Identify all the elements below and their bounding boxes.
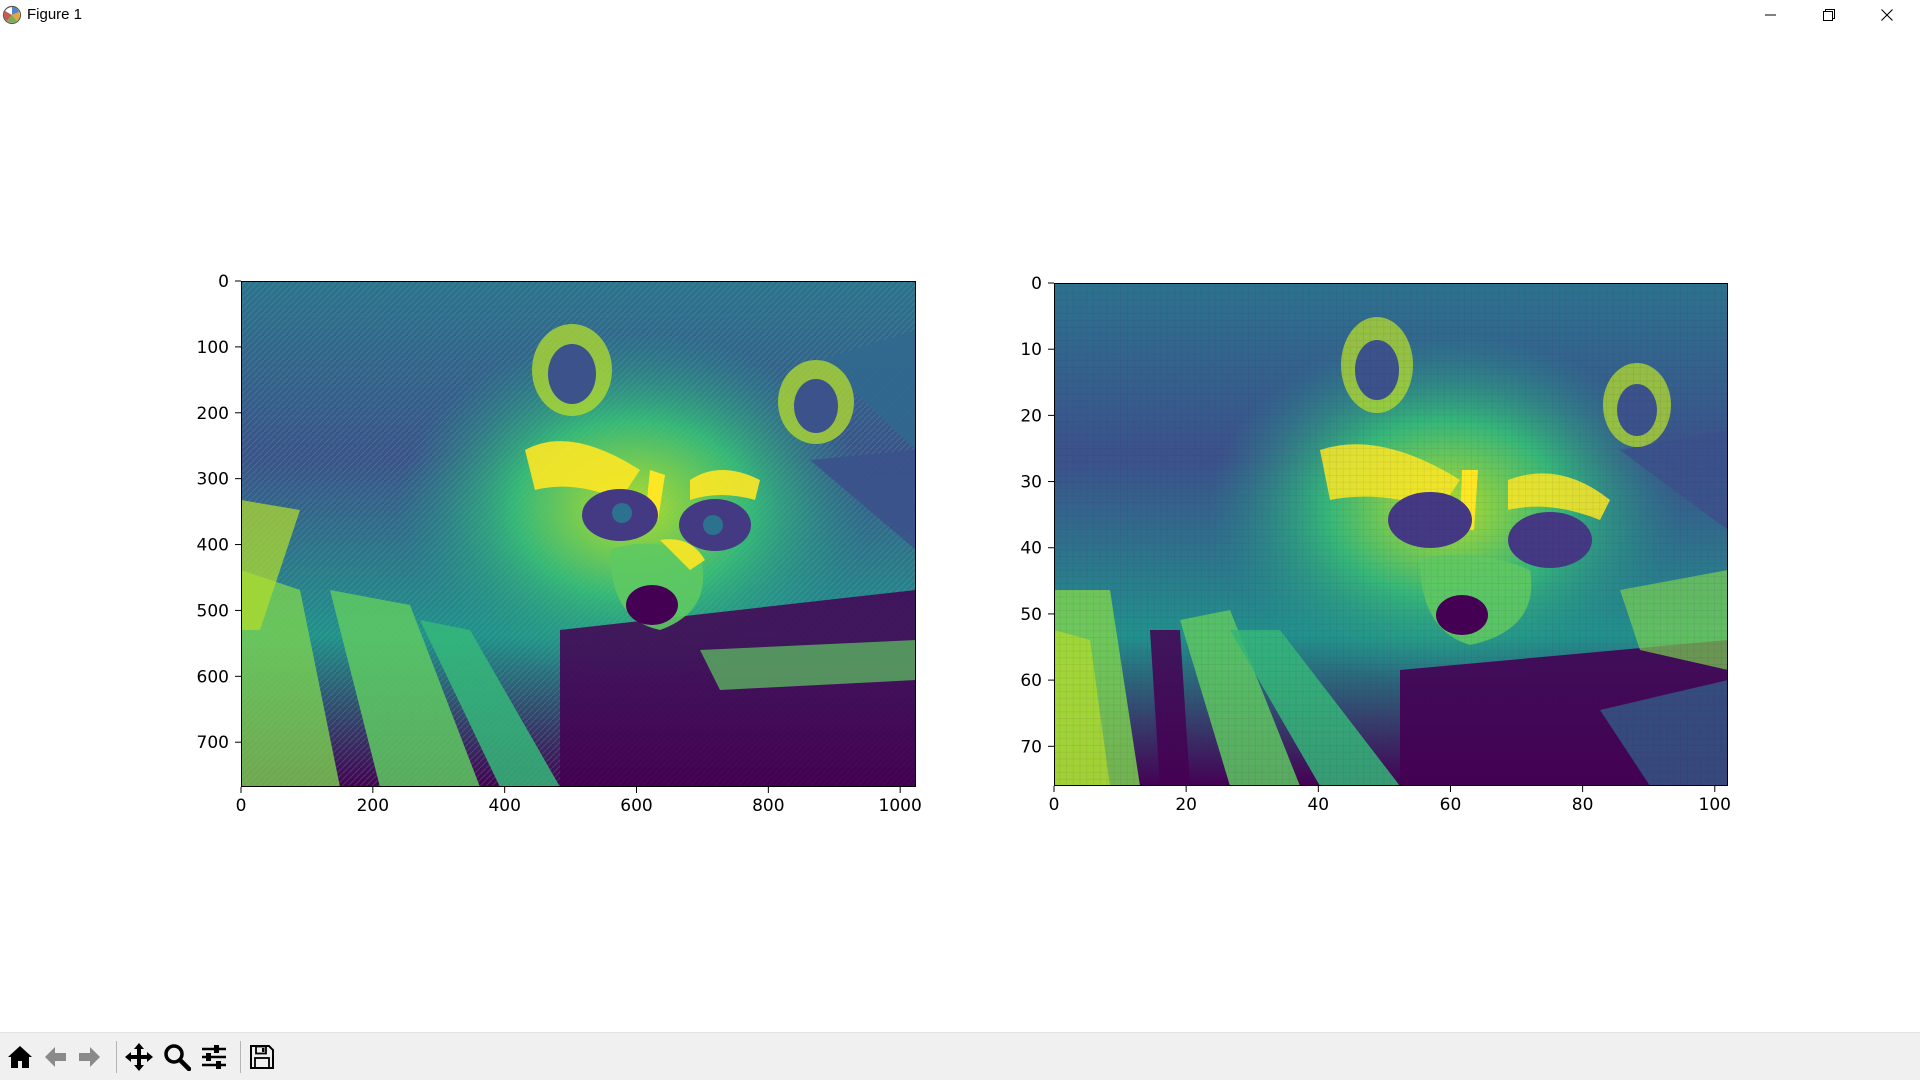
zoom-icon (163, 1043, 191, 1071)
minimize-button[interactable] (1742, 0, 1800, 30)
minimize-icon (1765, 9, 1777, 21)
back-button[interactable] (38, 1040, 72, 1074)
x-tick-label: 0 (1049, 795, 1060, 815)
x-tick-label: 600 (620, 796, 652, 816)
home-icon (6, 1043, 34, 1071)
x-tick-label: 1000 (879, 796, 922, 816)
save-button[interactable] (245, 1040, 279, 1074)
y-tick-label: 600 (197, 667, 229, 687)
figure-canvas[interactable]: 0 200 400 600 800 1000 0 100 200 300 400 500 600 700 (0, 30, 1920, 1032)
y-tick-label: 200 (197, 404, 229, 424)
navigation-toolbar (0, 1032, 1920, 1080)
home-button[interactable] (3, 1040, 37, 1074)
toolbar-separator (240, 1041, 241, 1073)
restore-button[interactable] (1800, 0, 1858, 30)
x-tick-label: 60 (1440, 795, 1462, 815)
matplotlib-icon (2, 5, 22, 25)
y-tick-label: 50 (1020, 605, 1042, 625)
axes-right: 0 20 40 60 80 100 0 10 20 30 40 50 60 70 (1020, 274, 1731, 815)
axes-left: 0 200 400 600 800 1000 0 100 200 300 400 500 600 700 (197, 272, 922, 816)
restore-icon (1823, 9, 1835, 21)
y-tick-label: 10 (1020, 340, 1042, 360)
y-tick-label: 500 (197, 601, 229, 621)
y-tick-label: 100 (197, 338, 229, 358)
y-tick-label: 0 (1031, 274, 1042, 294)
subplots-icon (200, 1043, 228, 1071)
x-tick-label: 40 (1307, 795, 1329, 815)
y-tick-label: 0 (218, 272, 229, 292)
back-icon (41, 1043, 69, 1071)
toolbar-separator (116, 1041, 117, 1073)
image-right (1054, 283, 1728, 786)
forward-button[interactable] (73, 1040, 107, 1074)
x-tick-label: 80 (1572, 795, 1594, 815)
y-tick-label: 20 (1020, 406, 1042, 426)
window-title: Figure 1 (27, 6, 83, 23)
save-icon (248, 1043, 276, 1071)
y-tick-label: 30 (1020, 473, 1042, 493)
y-tick-label: 40 (1020, 539, 1042, 559)
y-tick-label: 700 (197, 733, 229, 753)
y-tick-label: 300 (197, 470, 229, 490)
title-bar: Figure 1 (0, 0, 1920, 30)
pan-icon (124, 1042, 154, 1072)
x-tick-label: 20 (1175, 795, 1197, 815)
x-tick-label: 400 (488, 796, 520, 816)
y-tick-label: 70 (1020, 737, 1042, 757)
image-left (241, 281, 916, 787)
y-tick-label: 60 (1020, 671, 1042, 691)
x-tick-label: 800 (752, 796, 784, 816)
x-tick-label: 0 (236, 796, 247, 816)
y-tick-label: 400 (197, 536, 229, 556)
x-tick-label: 200 (357, 796, 389, 816)
forward-icon (76, 1043, 104, 1071)
close-icon (1881, 9, 1893, 21)
close-button[interactable] (1858, 0, 1916, 30)
x-tick-label: 100 (1699, 795, 1731, 815)
zoom-button[interactable] (160, 1040, 194, 1074)
figure-svg: 0 200 400 600 800 10000100200300400500600700 (197, 272, 1731, 816)
subplots-button[interactable] (197, 1040, 231, 1074)
figure-window: Figure 1 0 200 400 600 800 1000 0 100 20… (0, 0, 1920, 1080)
pan-button[interactable] (122, 1040, 156, 1074)
